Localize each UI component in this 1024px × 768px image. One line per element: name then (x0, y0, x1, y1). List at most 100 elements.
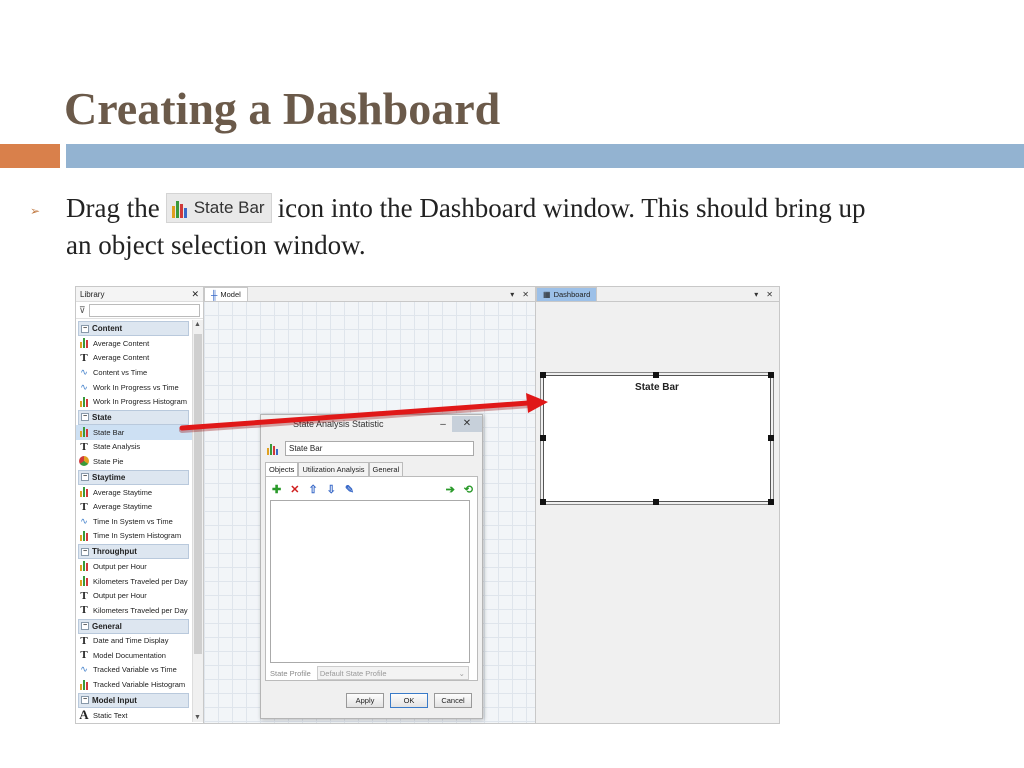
library-item[interactable]: T Average Content (76, 351, 192, 366)
model-tab-label: Model (220, 290, 241, 299)
library-item[interactable]: T State Analysis (76, 440, 192, 455)
library-item[interactable]: Tracked Variable Histogram (76, 677, 192, 692)
add-group-icon[interactable]: ➔ (446, 483, 455, 496)
ok-button[interactable]: OK (390, 693, 428, 708)
scroll-down-icon[interactable]: ▼ (194, 714, 201, 721)
tab-utilization-analysis[interactable]: Utilization Analysis (298, 462, 369, 476)
library-item[interactable]: T Average Staytime (76, 499, 192, 514)
collapse-icon[interactable]: − (81, 622, 89, 630)
library-item-label: State Analysis (93, 442, 141, 452)
library-category[interactable]: − Model Input (78, 692, 189, 708)
text-icon: T (80, 604, 88, 617)
library-item[interactable]: T Date and Time Display (76, 634, 192, 649)
library-item[interactable]: ∿ Time In System vs Time (76, 514, 192, 529)
objects-list[interactable] (270, 500, 470, 663)
scroll-thumb[interactable] (194, 334, 202, 654)
close-icon[interactable]: ✕ (766, 290, 773, 299)
text-icon: T (80, 500, 88, 513)
add-icon[interactable]: ✚ (272, 483, 281, 496)
library-item[interactable]: ∿ Work In Progress vs Time (76, 380, 192, 395)
close-icon[interactable]: ✕ (191, 289, 199, 300)
scroll-up-icon[interactable]: ▲ (194, 321, 201, 328)
state-bar-inline-icon: State Bar (165, 192, 272, 223)
instruction-line-2: an object selection window. (66, 230, 366, 260)
collapse-icon[interactable]: − (81, 324, 89, 333)
close-icon[interactable]: ✕ (522, 290, 529, 299)
collapse-icon[interactable]: − (81, 473, 89, 482)
objects-toolbar: ✚ ✕ ⇧ ⇩ ✎ ➔ ⟲ (272, 483, 473, 496)
library-item[interactable]: Average Staytime (76, 485, 192, 500)
tab-general[interactable]: General (368, 462, 404, 476)
close-icon[interactable]: ✕ (452, 416, 482, 432)
library-category[interactable]: − State (78, 409, 189, 425)
library-panel: Library ✕ ⊽ − Content Average Content T Aver… (76, 287, 204, 723)
resize-handle[interactable] (540, 499, 546, 505)
library-item[interactable]: ∿ Tracked Variable vs Time (76, 663, 192, 678)
dialog-window-controls: – ✕ (434, 415, 482, 433)
library-scrollbar[interactable]: ▲ ▼ (192, 320, 203, 722)
library-item-label: Content vs Time (93, 367, 148, 377)
move-down-icon[interactable]: ⇩ (327, 483, 336, 496)
library-item-label: Average Content (93, 338, 150, 348)
resize-handle[interactable] (768, 499, 774, 505)
dropdown-icon[interactable]: ▾ (754, 290, 758, 299)
resize-handle[interactable] (768, 435, 774, 441)
category-label: Throughput (92, 547, 137, 557)
resize-handle[interactable] (653, 372, 659, 378)
filter-icon[interactable]: ⊽ (79, 305, 86, 316)
library-item[interactable]: A Static Text (76, 708, 192, 723)
library-category[interactable]: − Staytime (78, 469, 189, 485)
text-icon: T (80, 649, 88, 662)
library-item[interactable]: Average Content (76, 336, 192, 351)
statistic-name-input[interactable]: State Bar (285, 441, 474, 456)
state-profile-select[interactable]: Default State Profile ⌄ (316, 666, 469, 680)
collapse-icon[interactable]: − (81, 547, 89, 556)
library-search-input[interactable] (88, 303, 200, 317)
dialog-buttons: Apply OK Cancel (346, 693, 472, 708)
resize-handle[interactable] (653, 499, 659, 505)
text-icon: T (80, 589, 88, 602)
library-item[interactable]: Time In System Histogram (76, 529, 192, 544)
remove-icon[interactable]: ✕ (290, 483, 299, 496)
resize-handle[interactable] (540, 435, 546, 441)
library-item[interactable]: State Bar (76, 424, 192, 440)
library-item[interactable]: Work In Progress Histogram (76, 394, 192, 409)
dialog-name-row: State Bar (267, 441, 474, 456)
library-item[interactable]: T Kilometers Traveled per Day (76, 603, 192, 618)
apply-button[interactable]: Apply (346, 693, 384, 708)
tab-model[interactable]: ╫ Model (204, 287, 248, 301)
minimize-icon[interactable]: – (434, 419, 452, 430)
instruction-line-1: Drag the State Bar icon into the Dashboard… (66, 192, 866, 226)
dashboard-window[interactable]: ▦ Dashboard ▾ ✕ State Bar (535, 287, 779, 723)
tab-objects[interactable]: Objects (265, 462, 299, 477)
dashboard-tabbar: ▦ Dashboard ▾ ✕ (536, 287, 779, 302)
library-item-label: Work In Progress vs Time (93, 382, 179, 392)
dialog-titlebar[interactable]: State Analysis Statistic – ✕ (261, 415, 482, 433)
library-category[interactable]: − Throughput (78, 544, 189, 560)
library-item[interactable]: State Pie (76, 454, 192, 469)
library-item[interactable]: T Output per Hour (76, 588, 192, 603)
state-analysis-dialog: State Analysis Statistic – ✕ State Bar O… (260, 414, 483, 719)
library-item[interactable]: ∿ Content vs Time (76, 365, 192, 380)
sampler-icon[interactable]: ✎ (345, 483, 354, 496)
library-item[interactable]: Output per Hour (76, 559, 192, 574)
library-category[interactable]: − Content (78, 321, 189, 336)
instruction-prefix: Drag the (66, 193, 160, 223)
refresh-icon[interactable]: ⟲ (464, 483, 473, 496)
cancel-button[interactable]: Cancel (434, 693, 472, 708)
text-icon: T (80, 634, 88, 647)
resize-handle[interactable] (540, 372, 546, 378)
library-item[interactable]: Kilometers Traveled per Day (76, 574, 192, 589)
collapse-icon[interactable]: − (81, 696, 89, 705)
library-item-label: Average Content (93, 353, 150, 363)
dropdown-icon[interactable]: ▾ (510, 290, 514, 299)
library-category[interactable]: − General (78, 618, 189, 634)
library-item[interactable]: T Model Documentation (76, 648, 192, 663)
move-up-icon[interactable]: ⇧ (308, 483, 317, 496)
text-icon: T (80, 440, 88, 453)
collapse-icon[interactable]: − (81, 413, 89, 422)
state-bar-widget[interactable]: State Bar (540, 372, 774, 505)
library-item-label: Output per Hour (93, 591, 147, 601)
resize-handle[interactable] (768, 372, 774, 378)
tab-dashboard[interactable]: ▦ Dashboard (536, 287, 598, 301)
